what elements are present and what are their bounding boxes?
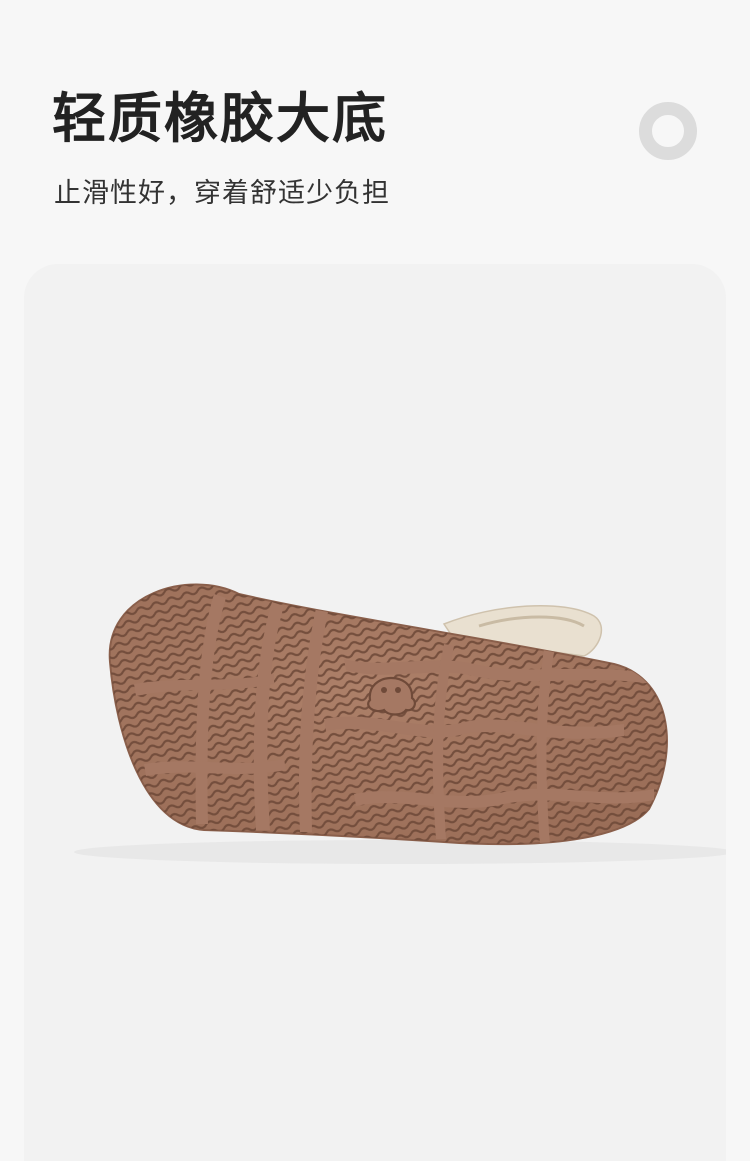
page-subtitle: 止滑性好，穿着舒适少负担: [54, 178, 390, 209]
ring-icon: [639, 102, 697, 160]
product-image-card: [24, 264, 726, 1161]
shoe-sole-image: [74, 583, 726, 864]
page-title: 轻质橡胶大底: [52, 87, 388, 150]
